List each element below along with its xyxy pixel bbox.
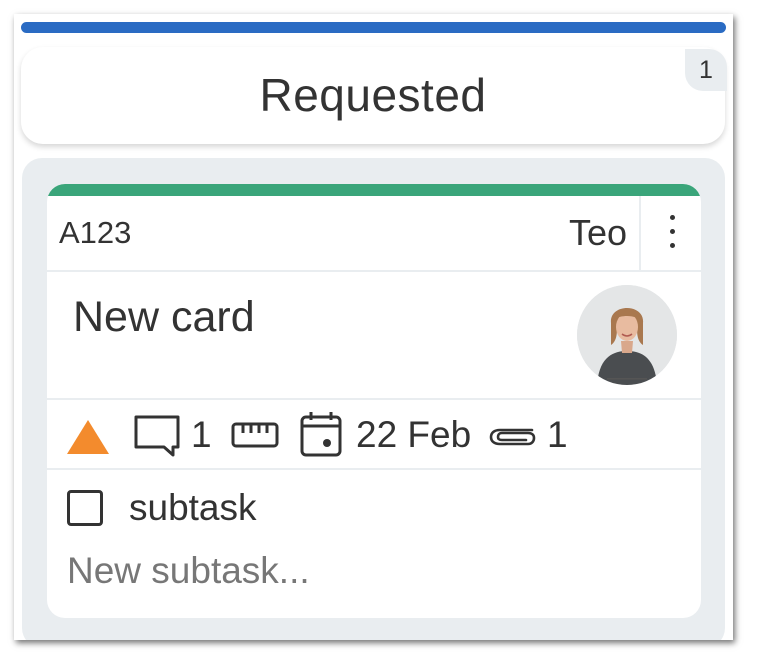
card-title[interactable]: New card (73, 292, 255, 342)
card-count-badge: 1 (685, 49, 727, 91)
cards-area: A123 Teo New card 1 22 Feb 1 subtask New… (22, 158, 725, 640)
card-owner[interactable]: Teo (569, 213, 627, 253)
ruler-icon[interactable] (231, 422, 279, 448)
comment-icon[interactable] (133, 414, 181, 458)
attachments-count: 1 (547, 414, 568, 455)
card-menu-button[interactable] (639, 196, 701, 270)
card-meta-row: 1 22 Feb 1 (47, 400, 701, 470)
more-vertical-dot (670, 229, 675, 234)
new-subtask-input[interactable] (67, 546, 667, 596)
card-header: A123 Teo (47, 196, 701, 272)
comments-count: 1 (191, 414, 212, 455)
card-body: New card (47, 272, 701, 400)
column-header[interactable]: Requested 1 (21, 47, 727, 144)
kanban-column: Requested 1 A123 Teo New card 1 22 Feb 1… (14, 14, 733, 640)
column-title: Requested (259, 69, 487, 121)
column-color-bar (21, 22, 726, 33)
more-vertical-icon (670, 215, 675, 220)
user-photo-icon (577, 285, 677, 385)
subtask-label[interactable]: subtask (129, 487, 257, 529)
calendar-icon[interactable] (299, 410, 343, 458)
avatar[interactable] (577, 285, 677, 385)
card-color-bar (47, 184, 701, 196)
warning-triangle-icon[interactable] (65, 418, 111, 456)
card-id[interactable]: A123 (59, 215, 131, 251)
paperclip-icon[interactable] (488, 422, 536, 448)
due-date: 22 Feb (356, 414, 472, 455)
subtask-checkbox[interactable] (67, 490, 103, 526)
subtask-item: subtask (47, 470, 701, 550)
more-vertical-dot (670, 243, 675, 248)
card[interactable]: A123 Teo New card 1 22 Feb 1 subtask New… (47, 184, 701, 618)
